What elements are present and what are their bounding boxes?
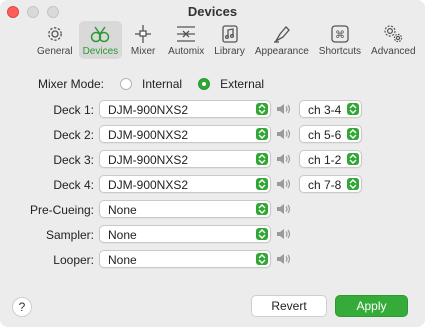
help-button[interactable]: ? — [12, 297, 32, 317]
advanced-icon — [384, 25, 403, 43]
tab-devices-label: Devices — [82, 46, 119, 57]
device-select-value: None — [108, 253, 137, 267]
mixer-mode-external-radio[interactable] — [198, 78, 211, 90]
gears-icon — [47, 27, 62, 41]
mixer-icon — [135, 25, 152, 43]
preferences-window: Devices General Devices Mixer Automix Li… — [0, 0, 425, 327]
chevron-updown-icon — [256, 178, 268, 190]
device-row: Pre-Cueing: None — [0, 200, 425, 220]
device-row-label: Deck 4: — [53, 178, 94, 192]
tab-general-label: General — [37, 46, 73, 57]
library-icon — [221, 25, 238, 43]
device-select[interactable]: DJM-900NXS2 — [99, 100, 271, 118]
tab-mixer-label: Mixer — [130, 46, 156, 57]
device-select-value: None — [108, 228, 137, 242]
channel-select[interactable]: ch 5-6 — [299, 125, 362, 143]
speaker-icon[interactable] — [276, 127, 292, 141]
tab-advanced-label: Advanced — [371, 46, 416, 57]
channel-select[interactable]: ch 1-2 — [299, 150, 362, 168]
preferences-toolbar: General Devices Mixer Automix Library Ap… — [33, 21, 420, 59]
chevron-updown-icon — [347, 128, 359, 140]
svg-text:⌘: ⌘ — [335, 30, 345, 41]
tab-shortcuts-label: Shortcuts — [318, 46, 362, 57]
chevron-updown-icon — [256, 228, 268, 240]
device-row: Deck 3: DJM-900NXS2 ch 1-2 — [0, 150, 425, 170]
device-select[interactable]: None — [99, 250, 271, 268]
chevron-updown-icon — [347, 103, 359, 115]
device-select[interactable]: DJM-900NXS2 — [99, 150, 271, 168]
device-select[interactable]: None — [99, 200, 271, 218]
chevron-updown-icon — [347, 178, 359, 190]
device-row-label: Deck 1: — [53, 103, 94, 117]
tab-shortcuts[interactable]: ⌘ Shortcuts — [315, 21, 365, 59]
device-row-label: Deck 2: — [53, 128, 94, 142]
mixer-mode-internal-label[interactable]: Internal — [142, 77, 182, 91]
device-select-value: DJM-900NXS2 — [108, 103, 189, 117]
device-row: Deck 4: DJM-900NXS2 ch 7-8 — [0, 175, 425, 195]
tab-general[interactable]: General — [33, 21, 77, 59]
tab-library-label: Library — [214, 46, 245, 57]
device-row-label: Sampler: — [45, 228, 94, 242]
device-select[interactable]: None — [99, 225, 271, 243]
device-row-label: Pre-Cueing: — [29, 203, 94, 217]
device-select-value: DJM-900NXS2 — [108, 128, 189, 142]
chevron-updown-icon — [256, 128, 268, 140]
tab-library[interactable]: Library — [210, 21, 249, 59]
channel-select-value: ch 3-4 — [308, 103, 342, 117]
chevron-updown-icon — [256, 103, 268, 115]
shortcuts-icon: ⌘ — [331, 25, 349, 43]
appearance-icon — [273, 26, 290, 43]
channel-select-value: ch 1-2 — [308, 153, 342, 167]
device-select[interactable]: DJM-900NXS2 — [99, 125, 271, 143]
tab-automix-label: Automix — [168, 46, 205, 57]
mixer-mode-row: Mixer Mode: Internal External — [38, 77, 274, 91]
chevron-updown-icon — [256, 253, 268, 265]
tab-advanced[interactable]: Advanced — [367, 21, 419, 59]
mixer-mode-external-label[interactable]: External — [220, 77, 264, 91]
channel-select-value: ch 7-8 — [308, 178, 342, 192]
device-row-label: Deck 3: — [53, 153, 94, 167]
speaker-icon[interactable] — [276, 102, 292, 116]
tab-mixer[interactable]: Mixer — [124, 21, 162, 59]
automix-icon — [177, 26, 196, 42]
channel-select[interactable]: ch 3-4 — [299, 100, 362, 118]
tab-devices[interactable]: Devices — [78, 21, 123, 59]
speaker-icon[interactable] — [276, 252, 292, 266]
chevron-updown-icon — [256, 153, 268, 165]
revert-button[interactable]: Revert — [251, 295, 327, 317]
mixer-mode-label: Mixer Mode: — [38, 77, 105, 91]
tab-appearance[interactable]: Appearance — [251, 21, 313, 59]
device-select-value: DJM-900NXS2 — [108, 153, 189, 167]
titlebar: Devices General Devices Mixer Automix Li… — [0, 0, 425, 65]
device-select[interactable]: DJM-900NXS2 — [99, 175, 271, 193]
window-title: Devices — [187, 4, 238, 19]
speaker-icon[interactable] — [276, 227, 292, 241]
device-select-value: None — [108, 203, 137, 217]
apply-button[interactable]: Apply — [335, 295, 408, 317]
speaker-icon[interactable] — [276, 152, 292, 166]
mixer-mode-internal-radio[interactable] — [120, 78, 133, 90]
device-row: Deck 2: DJM-900NXS2 ch 5-6 — [0, 125, 425, 145]
tab-automix[interactable]: Automix — [164, 21, 208, 59]
chevron-updown-icon — [256, 203, 268, 215]
speaker-icon[interactable] — [276, 202, 292, 216]
device-row: Looper: None — [0, 250, 425, 270]
channel-select-value: ch 5-6 — [308, 128, 342, 142]
device-select-value: DJM-900NXS2 — [108, 178, 189, 192]
devices-icon — [91, 26, 110, 43]
device-row: Sampler: None — [0, 225, 425, 245]
chevron-updown-icon — [347, 153, 359, 165]
device-row: Deck 1: DJM-900NXS2 ch 3-4 — [0, 100, 425, 120]
devices-pane: Mixer Mode: Internal External Deck 1: DJM… — [0, 64, 425, 327]
speaker-icon[interactable] — [276, 177, 292, 191]
tab-appearance-label: Appearance — [254, 46, 309, 57]
device-row-label: Looper: — [53, 253, 94, 267]
channel-select[interactable]: ch 7-8 — [299, 175, 362, 193]
